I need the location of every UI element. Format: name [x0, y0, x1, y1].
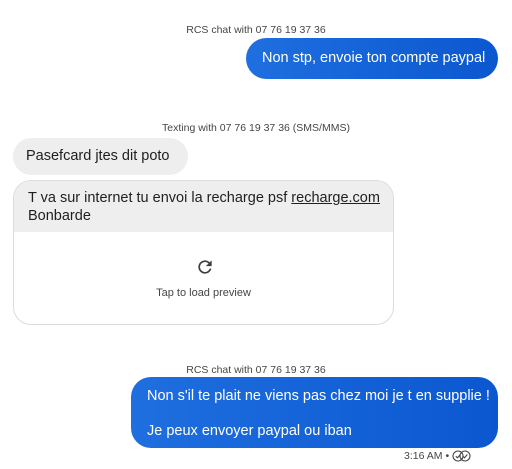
outgoing-message-bubble[interactable]: Non s'il te plait ne viens pas chez moi …: [131, 377, 498, 448]
chat-status-sms: Texting with 07 76 19 37 36 (SMS/MMS): [162, 122, 350, 134]
message-text: Pasefcard jtes dit poto: [26, 148, 170, 164]
chat-status-rcs-2: RCS chat with 07 76 19 37 36: [186, 364, 326, 376]
incoming-message-with-link-preview[interactable]: T va sur internet tu envoi la recharge p…: [13, 180, 394, 325]
outgoing-message-bubble[interactable]: Non stp, envoie ton compte paypal: [246, 38, 498, 79]
refresh-icon[interactable]: [195, 257, 215, 277]
message-text: T va sur internet tu envoi la recharge p…: [28, 190, 288, 206]
message-text-line-1: Non s'il te plait ne viens pas chez moi …: [147, 388, 490, 404]
load-preview-label[interactable]: Tap to load preview: [14, 287, 393, 299]
double-check-icon: [452, 450, 471, 462]
message-timestamp: 3:16 AM •: [404, 450, 450, 462]
message-text-line-2: Je peux envoyer paypal ou iban: [147, 423, 352, 439]
message-link[interactable]: recharge.com: [291, 190, 380, 206]
chat-status-rcs-1: RCS chat with 07 76 19 37 36: [186, 24, 326, 36]
message-timestamp-row: 3:16 AM •: [404, 450, 472, 462]
message-text-block: T va sur internet tu envoi la recharge p…: [14, 181, 393, 232]
incoming-message-bubble[interactable]: Pasefcard jtes dit poto: [13, 138, 188, 175]
message-text: Non stp, envoie ton compte paypal: [262, 50, 486, 66]
message-text-second-line: Bonbarde: [28, 208, 91, 224]
